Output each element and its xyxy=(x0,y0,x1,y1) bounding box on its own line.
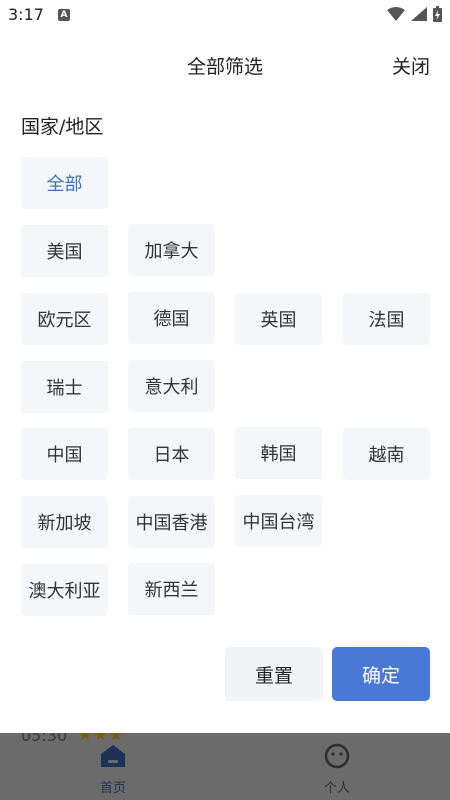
filter-option-australia[interactable]: 澳大利亚 xyxy=(21,564,108,616)
filter-option-hongkong[interactable]: 中国香港 xyxy=(128,496,215,548)
filter-option-japan[interactable]: 日本 xyxy=(128,428,215,480)
signal-icon xyxy=(411,7,427,21)
tab-me[interactable]: 个人 xyxy=(297,743,377,796)
filter-option-uk[interactable]: 英国 xyxy=(235,293,322,345)
filter-option-taiwan[interactable]: 中国台湾 xyxy=(235,495,322,547)
background-time-text: 05:30 xyxy=(21,733,68,745)
filter-option-vietnam[interactable]: 越南 xyxy=(343,428,430,480)
battery-icon xyxy=(433,6,442,22)
background-overlay: 05:30 ★★★ 首页 个人 xyxy=(0,733,450,800)
filter-option-all[interactable]: 全部 xyxy=(21,157,108,209)
status-bar: 3:17 A xyxy=(0,0,450,30)
filter-option-switzerland[interactable]: 瑞士 xyxy=(21,361,108,413)
page-title: 全部筛选 xyxy=(186,56,263,78)
filter-option-us[interactable]: 美国 xyxy=(21,225,108,277)
filter-option-france[interactable]: 法国 xyxy=(343,293,430,345)
section-label-region: 国家/地区 xyxy=(21,116,104,138)
filter-option-china[interactable]: 中国 xyxy=(21,428,108,480)
wifi-icon xyxy=(387,7,405,21)
filter-option-canada[interactable]: 加拿大 xyxy=(128,224,215,276)
system-icons xyxy=(387,6,442,22)
filter-option-singapore[interactable]: 新加坡 xyxy=(21,496,108,548)
tab-me-label: 个人 xyxy=(323,781,350,796)
close-button[interactable]: 关闭 xyxy=(392,52,430,79)
status-time: 3:17 xyxy=(8,5,44,24)
filter-option-eurozone[interactable]: 欧元区 xyxy=(21,293,108,345)
filter-option-newzealand[interactable]: 新西兰 xyxy=(128,563,215,615)
notification-icon: A xyxy=(58,9,70,21)
filter-option-italy[interactable]: 意大利 xyxy=(128,360,215,412)
tab-home[interactable]: 首页 xyxy=(73,743,153,796)
filter-option-korea[interactable]: 韩国 xyxy=(235,427,322,479)
sheet-header: 全部筛选 关闭 xyxy=(0,40,450,90)
confirm-button[interactable]: 确定 xyxy=(332,647,430,701)
filter-sheet: 3:17 A 全部筛选 关闭 国家/地区 全部 美国 加拿大 欧元区 德国 英国… xyxy=(0,0,450,733)
filter-option-germany[interactable]: 德国 xyxy=(128,292,215,344)
tab-home-label: 首页 xyxy=(99,781,126,796)
home-icon xyxy=(101,745,125,767)
smiley-icon xyxy=(324,743,350,769)
reset-button[interactable]: 重置 xyxy=(225,647,323,701)
